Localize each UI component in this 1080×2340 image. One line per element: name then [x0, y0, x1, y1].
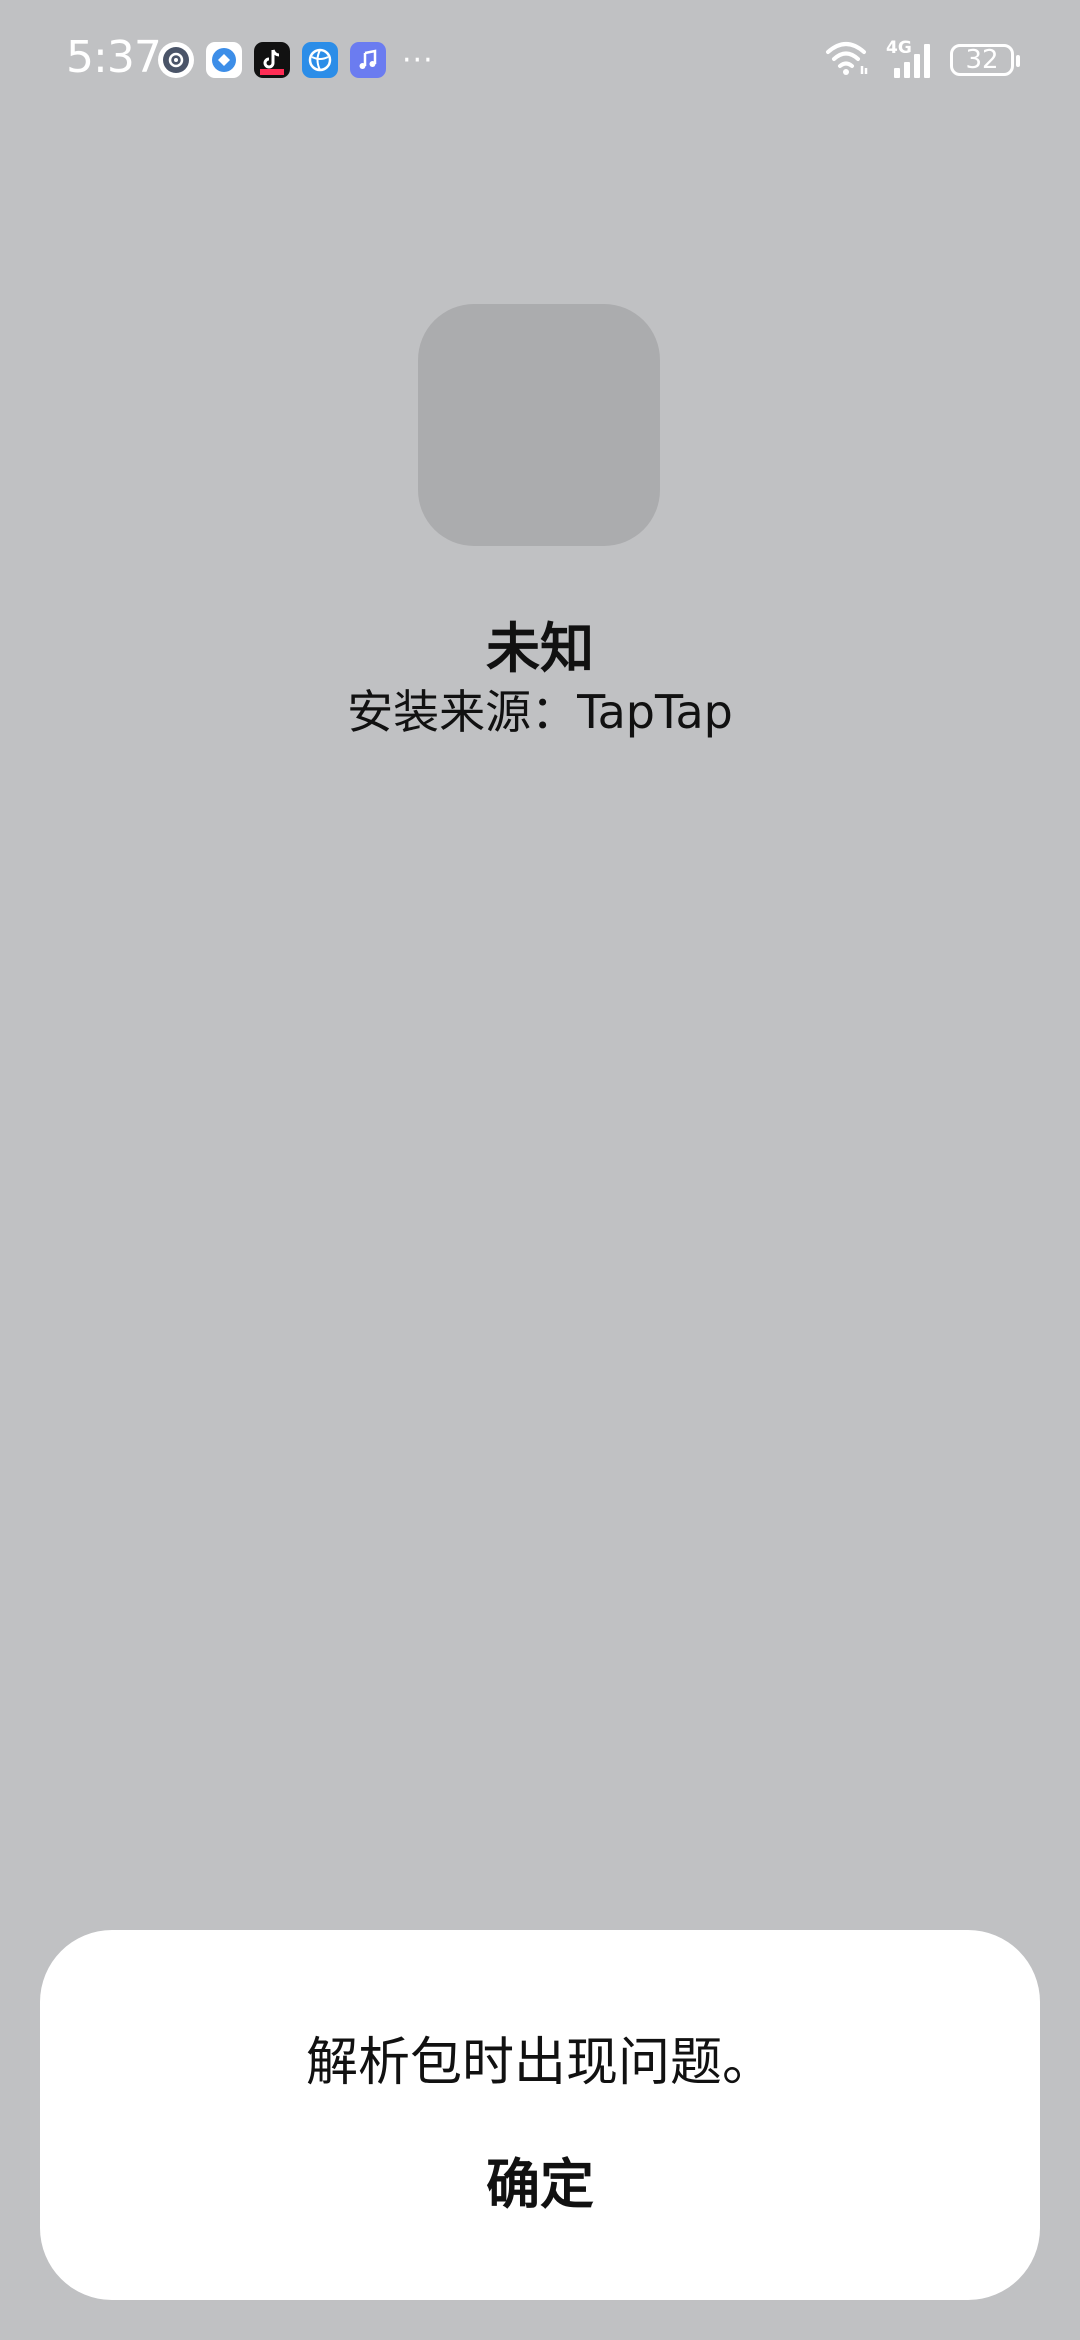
system-icons: 4G 32 [824, 38, 1020, 80]
installer-screen: 5:37 ··· 4G 32 未知 安装来源：TapTap 解析包时出现问题。 … [0, 0, 1080, 2340]
battery-indicator: 32 [950, 44, 1020, 76]
settings-icon [158, 42, 194, 78]
globe-icon [302, 42, 338, 78]
more-notifications-icon: ··· [402, 42, 434, 78]
app-icon-placeholder [418, 304, 660, 546]
browser-icon [206, 42, 242, 78]
music-icon [350, 42, 386, 78]
error-dialog: 解析包时出现问题。 确定 [40, 1930, 1040, 2300]
install-source: 安装来源：TapTap [347, 685, 733, 739]
confirm-button[interactable]: 确定 [430, 2130, 650, 2240]
cellular-signal-icon: 4G [886, 38, 936, 80]
status-bar: 5:37 ··· 4G 32 [0, 0, 1080, 120]
dialog-message: 解析包时出现问题。 [305, 2033, 774, 2093]
tiktok-icon [254, 42, 290, 78]
app-name: 未知 [486, 617, 594, 680]
notification-icons: ··· [158, 42, 434, 78]
status-time: 5:37 [66, 32, 162, 83]
wifi-icon [824, 40, 872, 80]
battery-level: 32 [965, 45, 999, 75]
